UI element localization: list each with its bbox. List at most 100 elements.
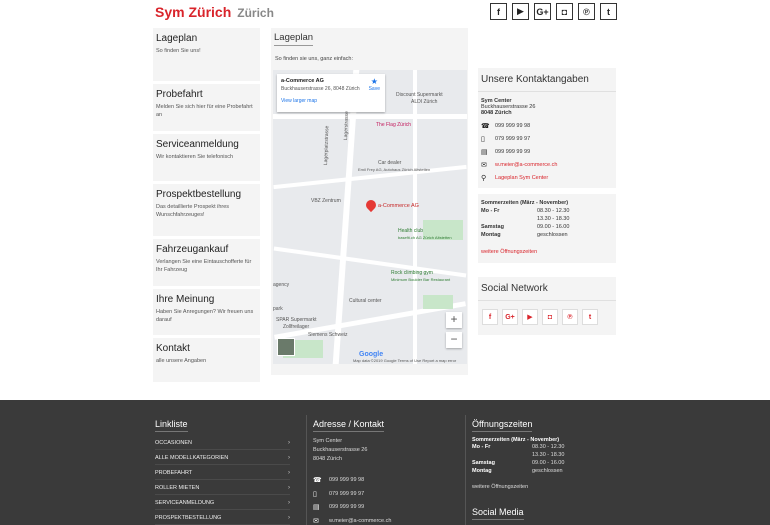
footer-link[interactable]: PROSPEKTBESTELLUNG ›	[155, 515, 290, 525]
hours-day	[481, 215, 537, 223]
sidebar-item-subtitle: Melden Sie sich hier für eine Probefahrt…	[156, 104, 253, 118]
footer-link[interactable]: SERVICEANMELDUNG ›	[155, 500, 290, 510]
sidebar-item-prospektbestellung[interactable]: Prospektbestellung Das detaillierte Prosp…	[153, 184, 260, 236]
map-label-flag: The Flag Zürich	[376, 122, 412, 128]
email-icon: ✉	[481, 162, 487, 169]
googleplus-icon: G+	[536, 6, 549, 17]
footer-more-hours-link[interactable]: weitere Öffnungszeiten	[472, 484, 564, 490]
facebook-button[interactable]: f	[490, 3, 507, 20]
hours-time: 13.30 - 18.30	[532, 452, 565, 458]
sidebar-item-title: Fahrzeugankauf	[156, 244, 229, 255]
hours-time: 09.00 - 16.00	[537, 224, 570, 230]
footer-contact-value: 099 999 99 99	[329, 504, 365, 510]
hours-day: Samstag	[472, 460, 495, 466]
footer-contact-row[interactable]: ✉ w.meier@a-commerce.ch	[313, 517, 391, 525]
map-label-spar: SPAR Supermarkt	[276, 317, 317, 323]
footer-link-label: ALLE MODELLKATEGORIEN	[155, 455, 229, 461]
map-label-vbz: VBZ Zentrum	[311, 198, 341, 204]
map-label-discount: Discount Supermarkt	[396, 92, 443, 98]
hours-row: 13.30 - 18.30	[481, 215, 613, 223]
map-intro-text: So finden sie uns, ganz einfach:	[275, 56, 353, 62]
instagram-button[interactable]: ◘	[556, 3, 573, 20]
more-hours-link[interactable]: weitere Öffnungszeiten	[481, 249, 613, 255]
hours-time: 08.30 - 12.30	[537, 208, 570, 214]
footer-link[interactable]: PROBEFAHRT ›	[155, 470, 290, 480]
pinterest-button[interactable]: ℗	[578, 3, 595, 20]
zoom-out-button[interactable]: −	[446, 332, 462, 348]
sidebar-item-lageplan[interactable]: Lageplan So finden Sie uns!	[153, 28, 260, 81]
footer-contact-value: 079 999 99 97	[329, 490, 365, 497]
footer-link-label: ROLLER MIETEN	[155, 485, 200, 491]
pinterest-icon: ℗	[583, 6, 590, 17]
map-label-car: Car dealer	[378, 160, 402, 166]
map-label-car-sub: Emil Frey AG, Autohaus Zürich Altstetten	[358, 167, 431, 172]
chevron-right-icon: ›	[288, 515, 290, 521]
map-label-health-sub: basefit.ch AG Zürich Altstetten	[398, 235, 452, 240]
instagram-icon: ◘	[547, 313, 553, 321]
google-logo: Google	[359, 351, 384, 358]
contact-row[interactable]: ⚲ Lageplan Sym Center	[481, 174, 613, 182]
social-network-panel: Social Network f G+ ▶ ◘ ℗ t	[478, 277, 616, 335]
footer-link-label: PROSPEKTBESTELLUNG	[155, 515, 222, 521]
googleplus-button[interactable]: G+	[502, 309, 518, 325]
contact-column: Unsere Kontaktangaben Sym Center Buckhau…	[478, 68, 616, 335]
footer-link-label: SERVICEANMELDUNG	[155, 500, 215, 506]
facebook-button[interactable]: f	[482, 309, 498, 325]
contact-value[interactable]: Lageplan Sym Center	[495, 175, 548, 181]
contact-value: 079 999 99 97	[495, 136, 531, 142]
pinterest-icon: ℗	[567, 313, 573, 321]
contact-panel: Unsere Kontaktangaben Sym Center Buckhau…	[478, 68, 616, 188]
sidebar-item-probefahrt[interactable]: Probefahrt Melden Sie sich hier für eine …	[153, 84, 260, 131]
footer-link[interactable]: ROLLER MIETEN ›	[155, 485, 290, 495]
sidebar-item-kontakt[interactable]: Kontakt alle unsere Angaben	[153, 338, 260, 382]
google-map[interactable]: a-Commerce AG Buckhauserstrasse 26, 8048…	[273, 70, 467, 364]
chevron-right-icon: ›	[288, 470, 290, 476]
sidebar-item-subtitle: Verlangen Sie eine Eintauschofferte für …	[156, 259, 252, 273]
footer-link[interactable]: OCCASIONEN ›	[155, 440, 290, 450]
hours-row: Mo - Fr 08.30 - 12.30	[481, 207, 613, 215]
contact-value: 099 999 99 98	[495, 123, 531, 129]
contact-row[interactable]: ✉ w.meier@a-commerce.ch	[481, 161, 613, 169]
twitter-button[interactable]: t	[582, 309, 598, 325]
map-footer-links[interactable]: Map data ©2019 Google Terms of Use Repor…	[353, 358, 456, 363]
contact-city: Zürich	[494, 110, 512, 116]
contact-zip: 8048	[481, 110, 494, 116]
footer-link[interactable]: ALLE MODELLKATEGORIEN ›	[155, 455, 290, 465]
sidebar-item-subtitle: Das detaillierte Prospekt ihres Wunschfa…	[156, 204, 230, 218]
pinterest-button[interactable]: ℗	[562, 309, 578, 325]
map-label-park: park	[273, 306, 283, 312]
brand-logo[interactable]: Sym Zürich Zürich	[155, 4, 274, 20]
twitter-icon: t	[588, 313, 592, 321]
sidebar-item-fahrzeugankauf[interactable]: Fahrzeugankauf Verlangen Sie eine Eintaus…	[153, 239, 260, 286]
chevron-right-icon: ›	[288, 455, 290, 461]
youtube-button[interactable]: ▶	[512, 3, 529, 20]
footer-contact-value: w.meier@a-commerce.ch	[329, 517, 392, 524]
footer-divider	[306, 415, 307, 525]
youtube-button[interactable]: ▶	[522, 309, 538, 325]
sidebar-item-subtitle: Haben Sie Anregungen? Wir freuen uns dar…	[156, 309, 254, 323]
instagram-button[interactable]: ◘	[542, 309, 558, 325]
sidebar-item-ihre-meinung[interactable]: Ihre Meinung Haben Sie Anregungen? Wir fr…	[153, 289, 260, 335]
satellite-toggle-button[interactable]	[277, 338, 295, 356]
hours-day	[472, 451, 532, 459]
hours-row: Mo - Fr 08.30 - 12.30	[472, 443, 564, 451]
contact-row: ☎ 099 999 99 98	[481, 122, 613, 130]
contact-value[interactable]: w.meier@a-commerce.ch	[495, 162, 557, 168]
mobile-icon: ▯	[481, 136, 485, 143]
footer-hours: Sommerzeiten (März - November) Mo - Fr 08…	[472, 437, 564, 490]
hours-panel: Sommerzeiten (März - November) Mo - Fr 08…	[478, 194, 616, 263]
googleplus-button[interactable]: G+	[534, 3, 551, 20]
map-save-label: Save	[368, 86, 380, 92]
map-marker-icon[interactable]	[363, 197, 379, 213]
sidebar-nav: Lageplan So finden Sie uns! Probefahrt Meld…	[153, 28, 260, 385]
contact-title: Unsere Kontaktangaben	[478, 68, 616, 92]
sidebar-item-subtitle: So finden Sie uns!	[156, 48, 201, 54]
sidebar-item-title: Probefahrt	[156, 89, 203, 100]
social-network-title: Social Network	[478, 277, 616, 301]
view-larger-map-link[interactable]: View larger map	[281, 98, 381, 104]
map-save-button[interactable]: ★ Save	[369, 77, 380, 92]
twitter-button[interactable]: t	[600, 3, 617, 20]
contact-value: 099 999 99 99	[495, 149, 531, 155]
zoom-in-button[interactable]: +	[446, 312, 462, 328]
sidebar-item-serviceanmeldung[interactable]: Serviceanmeldung Wir kontaktieren Sie tel…	[153, 134, 260, 181]
